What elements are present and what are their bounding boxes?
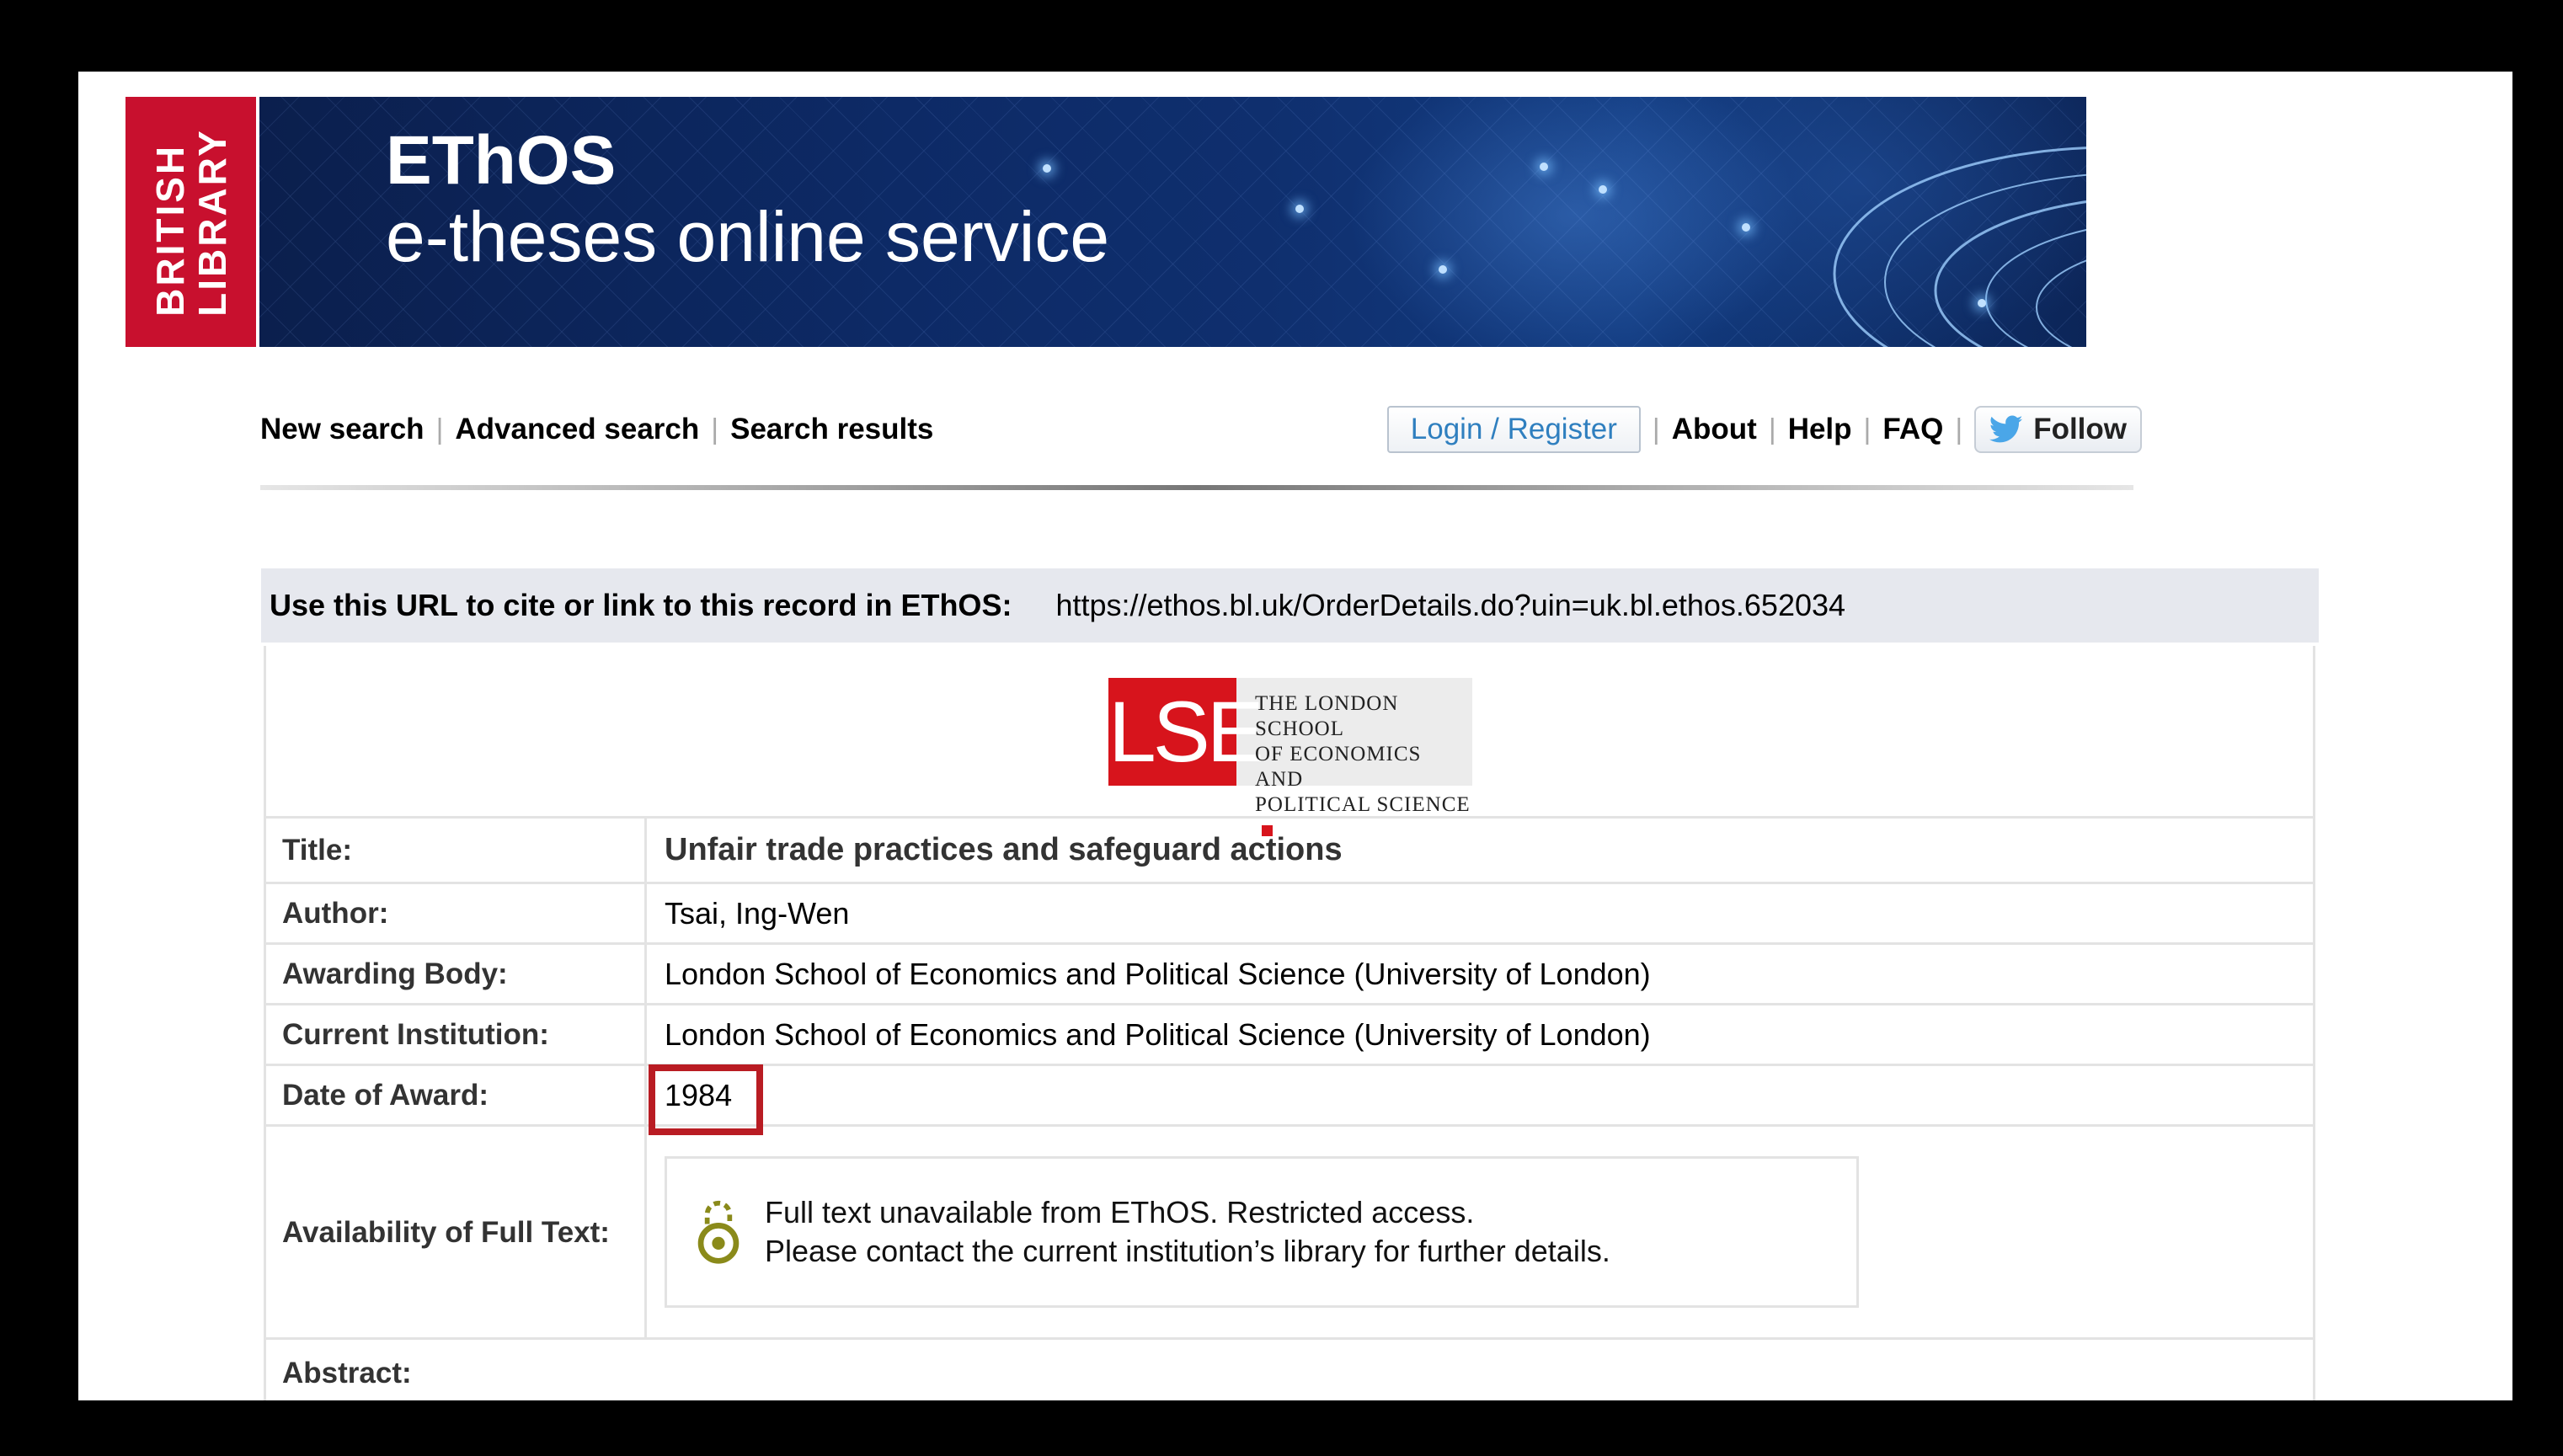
nav-separator: | <box>1955 413 1963 445</box>
nav-faq-link[interactable]: FAQ <box>1882 413 1943 446</box>
availability-line: Full text unavailable from EThOS. Restri… <box>765 1195 1475 1229</box>
title-row: Title: Unfair trade practices and safegu… <box>266 819 2313 884</box>
availability-line: Please contact the current institution’s… <box>765 1234 1610 1268</box>
nav-separator: | <box>1863 413 1872 445</box>
nav-advanced-search-link[interactable]: Advanced search <box>455 413 699 446</box>
restricted-lock-icon <box>697 1200 740 1264</box>
abstract-label: Abstract: <box>282 1357 412 1389</box>
lse-logo-mark: LSE <box>1108 678 1264 786</box>
awarding-body-value: London School of Economics and Political… <box>665 956 1651 991</box>
lse-logo-line: THE LONDON SCHOOL <box>1255 692 1399 740</box>
nav-separator: | <box>1768 413 1776 445</box>
nav-divider <box>260 485 2133 490</box>
availability-notice: Full text unavailable from EThOS. Restri… <box>665 1156 1859 1308</box>
author-row: Author: Tsai, Ing-Wen <box>266 884 2313 945</box>
cite-url-bar: Use this URL to cite or link to this rec… <box>261 568 2319 643</box>
nav-new-search-link[interactable]: New search <box>260 413 424 446</box>
nav-search-results-link[interactable]: Search results <box>730 413 933 446</box>
availability-label: Availability of Full Text: <box>266 1127 647 1337</box>
login-register-button[interactable]: Login / Register <box>1386 406 1641 453</box>
institution-logo-row: LSE THE LONDON SCHOOL OF ECONOMICS AND P… <box>266 646 2313 836</box>
nav-separator: | <box>711 413 719 445</box>
awarding-body-row: Awarding Body: London School of Economic… <box>266 945 2313 1005</box>
title-label: Title: <box>266 819 647 882</box>
author-value: Tsai, Ing-Wen <box>665 895 850 931</box>
abstract-value <box>647 1340 2313 1400</box>
browser-page: BRITISH LIBRARY EThOS e-theses online se… <box>78 72 2512 1400</box>
banner-artwork: EThOS e-theses online service <box>259 97 2086 347</box>
banner-title: EThOS <box>386 122 617 199</box>
date-of-award-value: 1984 <box>665 1077 733 1112</box>
current-institution-label: Current Institution: <box>266 1005 647 1064</box>
current-institution-row: Current Institution: London School of Ec… <box>266 1005 2313 1066</box>
availability-cell: Full text unavailable from EThOS. Restri… <box>647 1127 2313 1337</box>
awarding-body-label: Awarding Body: <box>266 945 647 1003</box>
lse-logo-text: THE LONDON SCHOOL OF ECONOMICS AND POLIT… <box>1236 678 1472 836</box>
nav-right-links: Login / Register | About | Help | FAQ | … <box>1386 400 2142 459</box>
twitter-follow-button[interactable]: Follow <box>1974 406 2142 453</box>
cite-url-value[interactable]: https://ethos.bl.uk/OrderDetails.do?uin=… <box>1055 588 1845 623</box>
title-value: Unfair trade practices and safeguard act… <box>665 832 1343 867</box>
nav-about-link[interactable]: About <box>1672 413 1757 446</box>
availability-text: Full text unavailable from EThOS. Restri… <box>765 1193 1610 1271</box>
date-of-award-row: Date of Award: 1984 <box>266 1064 2313 1135</box>
ethos-banner[interactable]: BRITISH LIBRARY EThOS e-theses online se… <box>125 97 2086 347</box>
nav-left-links: New search | Advanced search | Search re… <box>260 400 933 459</box>
lse-logo-line: OF ECONOMICS AND <box>1255 743 1422 791</box>
record-details-table: LSE THE LONDON SCHOOL OF ECONOMICS AND P… <box>264 646 2315 1400</box>
abstract-row: Abstract: <box>266 1340 2313 1400</box>
follow-label: Follow <box>2033 413 2127 445</box>
british-library-logo[interactable]: BRITISH LIBRARY <box>125 97 256 347</box>
current-institution-value: London School of Economics and Political… <box>665 1016 1651 1052</box>
bl-logo-line-british: BRITISH <box>147 143 192 317</box>
twitter-bird-icon <box>1989 415 2023 443</box>
availability-row: Availability of Full Text: Full text una… <box>266 1127 2313 1340</box>
nav-separator: | <box>435 413 444 445</box>
cite-url-label: Use this URL to cite or link to this rec… <box>270 588 1012 622</box>
nav-separator: | <box>1652 413 1660 445</box>
bl-logo-line-library: LIBRARY <box>190 127 234 317</box>
nav-help-link[interactable]: Help <box>1788 413 1852 446</box>
date-of-award-label: Date of Award: <box>266 1066 647 1124</box>
banner-subtitle: e-theses online service <box>386 197 1110 276</box>
lse-logo: LSE THE LONDON SCHOOL OF ECONOMICS AND P… <box>1108 678 1472 836</box>
main-nav: New search | Advanced search | Search re… <box>260 400 2142 459</box>
banner-title-block: EThOS e-theses online service <box>386 122 1109 274</box>
author-label: Author: <box>266 884 647 942</box>
date-of-award-cell: 1984 <box>647 1064 2313 1135</box>
